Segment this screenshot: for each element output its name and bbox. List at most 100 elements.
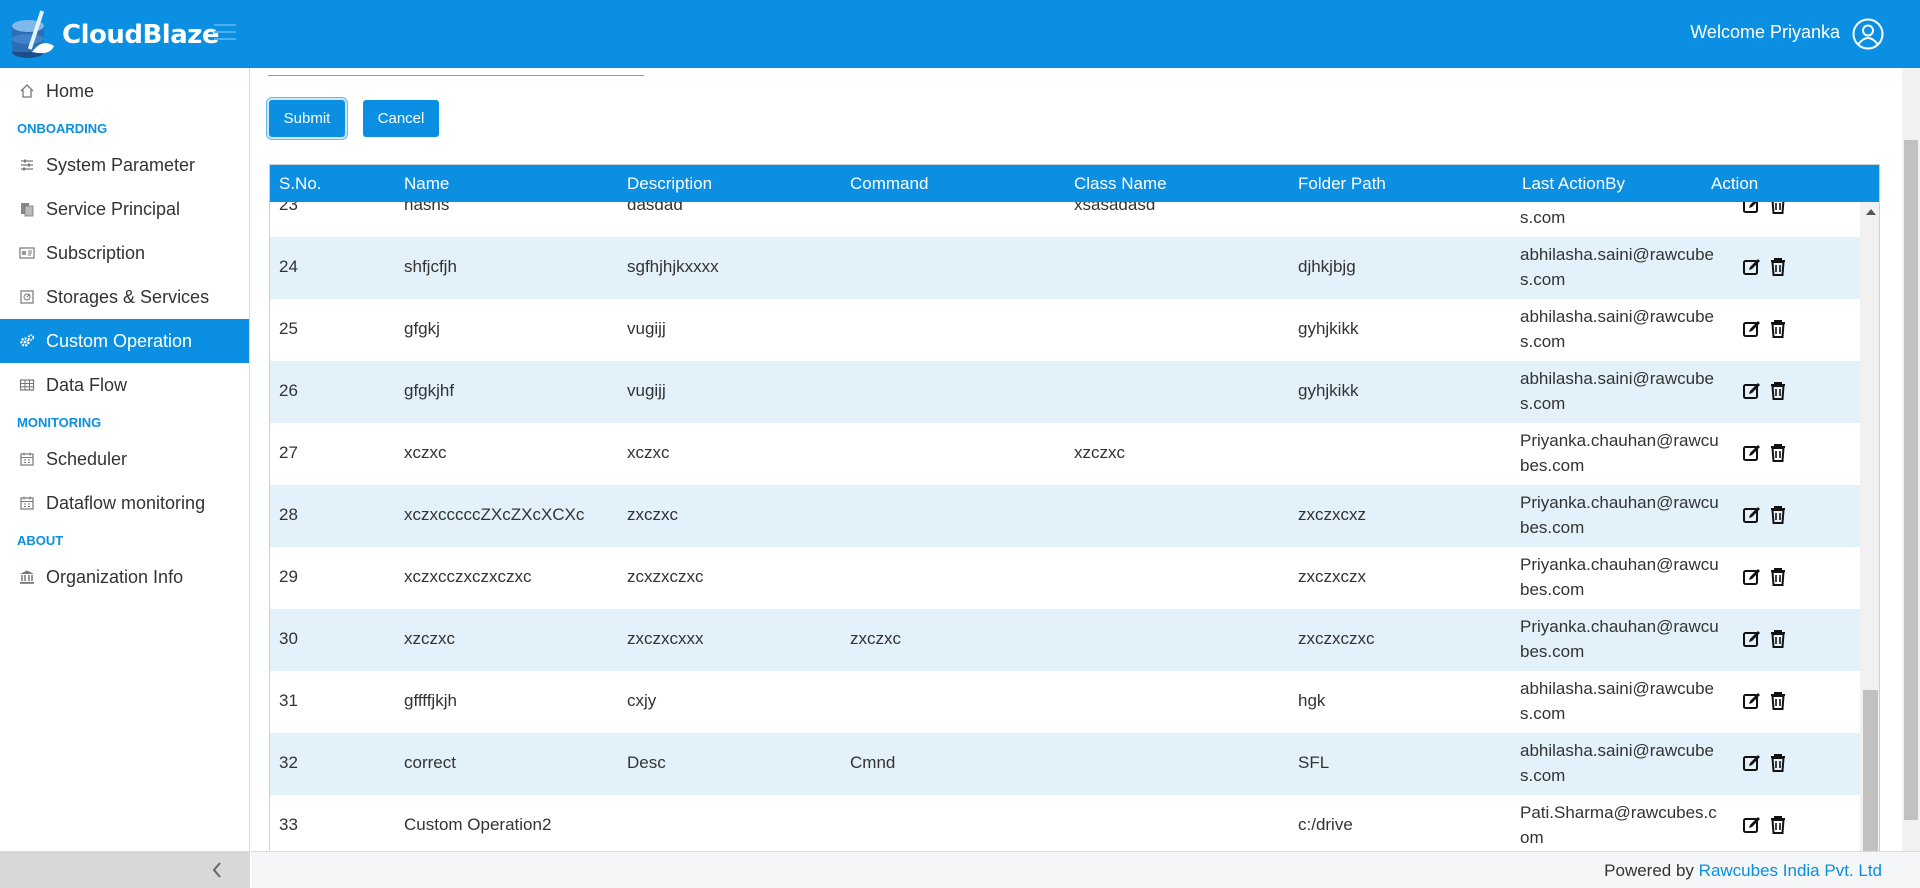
cell-folder-path: zxczxcxz: [1298, 505, 1366, 524]
sidebar-item-organization-info[interactable]: Organization Info: [0, 555, 249, 599]
delete-icon[interactable]: [1769, 691, 1787, 711]
table-row[interactable]: 32 correct Desc Cmnd SFL abhilasha.saini@rawc…: [270, 733, 1860, 795]
table-scrollbar-thumb[interactable]: [1863, 690, 1878, 851]
cell-sno: 30: [279, 629, 298, 648]
email-line: s.com: [1520, 208, 1566, 227]
sidebar-item-service-principal[interactable]: Service Principal: [0, 187, 249, 231]
form-field-underline[interactable]: [268, 75, 644, 76]
column-header-sno[interactable]: S.No.: [279, 174, 322, 194]
delete-icon[interactable]: [1769, 505, 1787, 525]
delete-icon[interactable]: [1769, 629, 1787, 649]
calendar-icon: [18, 450, 36, 468]
sidebar-item-label: Data Flow: [46, 374, 128, 395]
scroll-up-arrow-icon[interactable]: [1866, 209, 1876, 215]
sidebar-item-custom-operation[interactable]: Custom Operation: [0, 319, 249, 363]
edit-icon[interactable]: [1742, 567, 1762, 587]
sliders-icon: [18, 156, 36, 174]
delete-icon[interactable]: [1769, 443, 1787, 463]
table-row[interactable]: 26 gfgkjhf vugijj gyhjkikk abhilasha.saini@r…: [270, 361, 1860, 423]
cell-name: xczxcccccZXcZXcXCXc: [404, 505, 585, 524]
cell-folder-path: gyhjkikk: [1298, 319, 1359, 338]
sidebar-item-label: Scheduler: [46, 448, 128, 469]
sidebar-item-label: Custom Operation: [46, 330, 193, 351]
cell-description: vugijj: [627, 381, 666, 400]
table-row[interactable]: 24 shfjcfjh sgfhjhjkxxxx djhkjbjg abhilasha.…: [270, 237, 1860, 299]
table-row[interactable]: 33 Custom Operation2 c:/drive Pati.Sharma@r…: [270, 795, 1860, 851]
cell-description: xczxc: [627, 443, 670, 462]
cancel-button[interactable]: Cancel: [363, 100, 439, 137]
delete-icon[interactable]: [1769, 815, 1787, 835]
column-header-command[interactable]: Command: [850, 174, 928, 194]
company-link[interactable]: Rawcubes India Pvt. Ltd: [1699, 861, 1882, 880]
cell-description: vugijj: [627, 319, 666, 338]
edit-icon[interactable]: [1742, 753, 1762, 773]
cell-folder-path: gyhjkikk: [1298, 381, 1359, 400]
email-line: abhilasha.saini@rawcube: [1520, 245, 1714, 264]
cell-name: xzczxc: [404, 629, 455, 648]
edit-icon[interactable]: [1742, 443, 1762, 463]
sidebar-item-system-parameter[interactable]: System Parameter: [0, 143, 249, 187]
delete-icon[interactable]: [1769, 257, 1787, 277]
cell-last-actionby: abhilasha.saini@rawcube s.com: [1520, 676, 1735, 726]
email-line: s.com: [1520, 270, 1566, 289]
table-icon: [18, 376, 36, 394]
sidebar-item-scheduler[interactable]: Scheduler: [0, 437, 249, 481]
sidebar-item-subscription[interactable]: Subscription: [0, 231, 249, 275]
cell-folder-path: c:/drive: [1298, 815, 1353, 834]
email-line: Priyanka.chauhan@rawcu: [1520, 617, 1719, 636]
edit-icon[interactable]: [1742, 691, 1762, 711]
menu-toggle-icon[interactable]: [214, 24, 236, 42]
cell-folder-path: zxczxczx: [1298, 567, 1366, 586]
delete-icon[interactable]: [1769, 567, 1787, 587]
table-row[interactable]: 25 gfgkj vugijj gyhjkikk abhilasha.saini@raw…: [270, 299, 1860, 361]
column-header-description[interactable]: Description: [627, 174, 712, 194]
table-row[interactable]: 31 gffffjkjh cxjy hgk abhilasha.saini@rawcub…: [270, 671, 1860, 733]
edit-icon[interactable]: [1742, 319, 1762, 339]
cell-name: shfjcfjh: [404, 257, 457, 276]
sidebar-item-label: Dataflow monitoring: [46, 492, 206, 513]
welcome-text: Welcome Priyanka: [1690, 22, 1840, 42]
delete-icon[interactable]: [1769, 753, 1787, 773]
sidebar-item-data-flow[interactable]: Data Flow: [0, 363, 249, 407]
footer-powered-by: Powered by: [1604, 861, 1694, 880]
column-header-class-name[interactable]: Class Name: [1074, 174, 1167, 194]
sidebar-item-label: System Parameter: [46, 154, 196, 175]
delete-icon[interactable]: [1769, 381, 1787, 401]
edit-icon[interactable]: [1742, 505, 1762, 525]
delete-icon[interactable]: [1769, 319, 1787, 339]
cell-sno: 33: [279, 815, 298, 834]
section-onboarding: ONBOARDING: [17, 120, 108, 136]
table-row[interactable]: 27 xczxc xczxc xzczxc Priyanka.chauhan@rawcu…: [270, 423, 1860, 485]
email-line: abhilasha.saini@rawcube: [1520, 307, 1714, 326]
id-card-icon: [18, 244, 36, 262]
table-row[interactable]: 30 xzczxc zxczxcxxx zxczxc zxczxczxc Priyanka…: [270, 609, 1860, 671]
edit-icon[interactable]: [1742, 629, 1762, 649]
brand-logo[interactable]: CloudBlaze: [8, 8, 220, 62]
sidebar-item-storages-services[interactable]: Storages & Services: [0, 275, 249, 319]
submit-button[interactable]: Submit: [269, 100, 345, 137]
cloud-database-icon: [8, 8, 56, 62]
cell-last-actionby: Pati.Sharma@rawcubes.c om: [1520, 800, 1735, 850]
collapse-sidebar-icon[interactable]: [210, 860, 224, 880]
table-row[interactable]: 28 xczxcccccZXcZXcXCXc zxczxc zxczxcxz Priya…: [270, 485, 1860, 547]
cell-last-actionby: Priyanka.chauhan@rawcu bes.com: [1520, 428, 1735, 478]
cell-command: Cmnd: [850, 753, 896, 772]
edit-icon[interactable]: [1742, 815, 1762, 835]
gears-icon: [18, 332, 36, 350]
column-header-name[interactable]: Name: [404, 174, 449, 194]
page-scrollbar-thumb[interactable]: [1904, 140, 1918, 820]
sidebar-item-label: Service Principal: [46, 198, 181, 219]
table-header: S.No. Name Description Command Class Nam…: [270, 165, 1879, 202]
cell-description: zcxzxczxc: [627, 567, 704, 586]
sidebar-item-dataflow-monitoring[interactable]: Dataflow monitoring: [0, 481, 249, 525]
user-profile-icon[interactable]: [1852, 18, 1884, 50]
cell-last-actionby: abhilasha.saini@rawcube s.com: [1520, 304, 1735, 354]
edit-icon[interactable]: [1742, 257, 1762, 277]
sidebar-item-home[interactable]: Home: [0, 69, 249, 113]
cell-sno: 29: [279, 567, 298, 586]
table-row[interactable]: 29 xczxcczxczxczxc zcxzxczxc zxczxczx Priyan…: [270, 547, 1860, 609]
cell-name: Custom Operation2: [404, 815, 552, 834]
edit-icon[interactable]: [1742, 381, 1762, 401]
column-header-folder-path[interactable]: Folder Path: [1298, 174, 1386, 194]
column-header-last-actionby[interactable]: Last ActionBy: [1522, 174, 1625, 194]
